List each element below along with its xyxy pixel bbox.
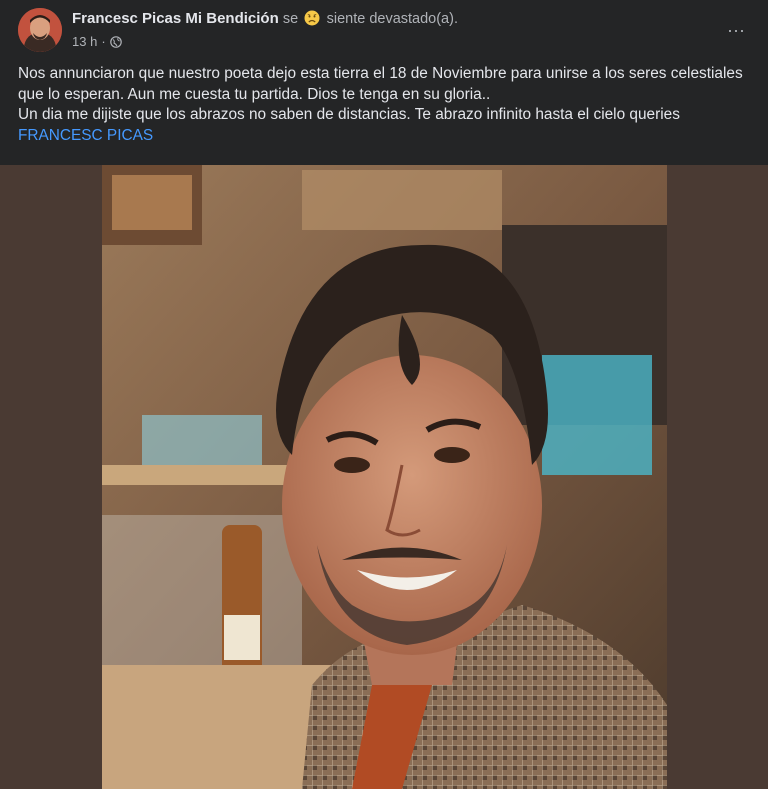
feeling-prefix: se: [282, 11, 299, 27]
post-header: Francesc Picas Mi Bendición se siente de…: [0, 0, 768, 60]
sad-face-icon: [304, 10, 320, 26]
more-options-button[interactable]: ···: [720, 14, 752, 46]
post-meta: 13 h ·: [72, 34, 122, 49]
post-photo[interactable]: [102, 165, 667, 789]
author-line: Francesc Picas Mi Bendición se siente de…: [72, 10, 458, 27]
post-text: Nos annunciaron que nuestro poeta dejo e…: [18, 64, 748, 146]
author-avatar[interactable]: [18, 8, 62, 52]
globe-icon[interactable]: [109, 35, 122, 48]
avatar-image: [18, 8, 62, 52]
meta-separator: ·: [101, 34, 106, 49]
tagged-person-link[interactable]: FRANCESC PICAS: [18, 127, 153, 144]
photo-image: [102, 165, 667, 789]
post-time[interactable]: 13 h: [72, 34, 97, 49]
facebook-post: Francesc Picas Mi Bendición se siente de…: [0, 0, 768, 789]
post-paragraph-1: Nos annunciaron que nuestro poeta dejo e…: [18, 65, 743, 103]
post-photo-area: [0, 165, 768, 789]
feeling-text: siente devastado(a).: [326, 11, 458, 27]
post-paragraph-2: Un dia me dijiste que los abrazos no sab…: [18, 106, 680, 123]
author-name[interactable]: Francesc Picas Mi Bendición: [72, 10, 279, 27]
